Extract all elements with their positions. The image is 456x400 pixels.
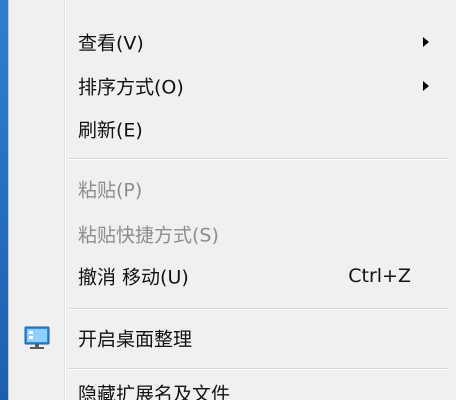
menu-item-label: 刷新(E) (78, 119, 143, 142)
menu-item-label: 排序方式(O) (78, 76, 184, 99)
menu-separator (69, 308, 448, 309)
menu-item-label: 隐藏扩展名及文件 (78, 383, 231, 400)
menu-item-refresh[interactable]: 刷新(E) (9, 109, 456, 149)
menu-item-paste-shortcut: 粘贴快捷方式(S) (9, 214, 456, 254)
menu-item-label: 开启桌面整理 (78, 328, 193, 351)
menu-item-paste: 粘贴(P) (9, 169, 456, 209)
menu-item-sort-by[interactable]: 排序方式(O) (9, 66, 456, 106)
menu-item-label: 撤消 移动(U) (78, 266, 189, 289)
menu-separator (69, 368, 448, 369)
menu-item-label: 查看(V) (78, 32, 144, 55)
submenu-arrow-icon (423, 37, 429, 47)
menu-separator (69, 158, 448, 159)
menu-item-label: 粘贴(P) (78, 179, 143, 202)
submenu-arrow-icon (423, 81, 429, 91)
menu-item-desktop-organize[interactable]: 开启桌面整理 (9, 318, 456, 358)
desktop-background (0, 0, 8, 400)
context-menu: 查看(V) 排序方式(O) 刷新(E) 粘贴(P) 粘贴快捷方式(S) 撤消 移… (8, 0, 456, 400)
menu-item-label: 粘贴快捷方式(S) (78, 224, 219, 247)
menu-item-undo-move[interactable]: 撤消 移动(U) Ctrl+Z (9, 256, 456, 296)
monitor-icon (24, 326, 50, 349)
menu-item-shortcut: Ctrl+Z (348, 265, 411, 287)
menu-item-hide-extensions[interactable]: 隐藏扩展名及文件 (9, 373, 456, 400)
menu-item-view[interactable]: 查看(V) (9, 22, 456, 62)
